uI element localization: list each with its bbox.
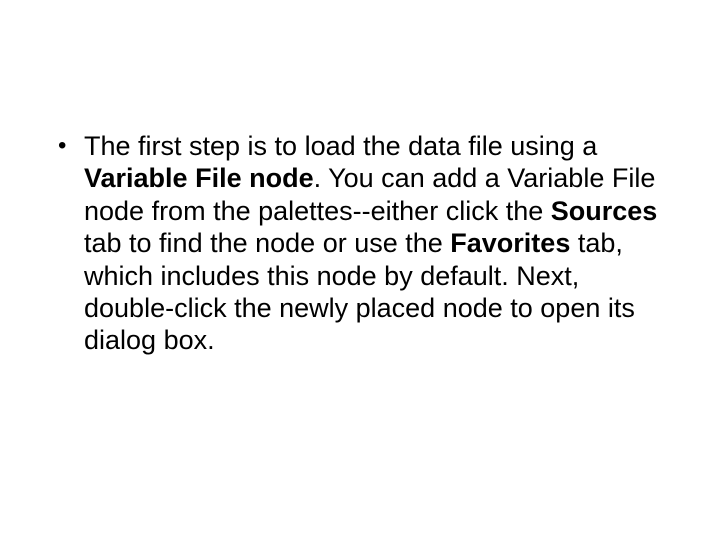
bullet-list: The first step is to load the data file … bbox=[54, 130, 666, 357]
text-bold-sources: Sources bbox=[551, 196, 658, 226]
text-segment: tab to find the node or use the bbox=[84, 228, 450, 258]
text-bold-variable-file-node: Variable File node bbox=[84, 163, 314, 193]
slide: The first step is to load the data file … bbox=[0, 0, 720, 540]
text-segment: The first step is to load the data file … bbox=[84, 131, 597, 161]
slide-content: The first step is to load the data file … bbox=[54, 130, 666, 357]
text-bold-favorites: Favorites bbox=[450, 228, 570, 258]
list-item: The first step is to load the data file … bbox=[54, 130, 666, 357]
